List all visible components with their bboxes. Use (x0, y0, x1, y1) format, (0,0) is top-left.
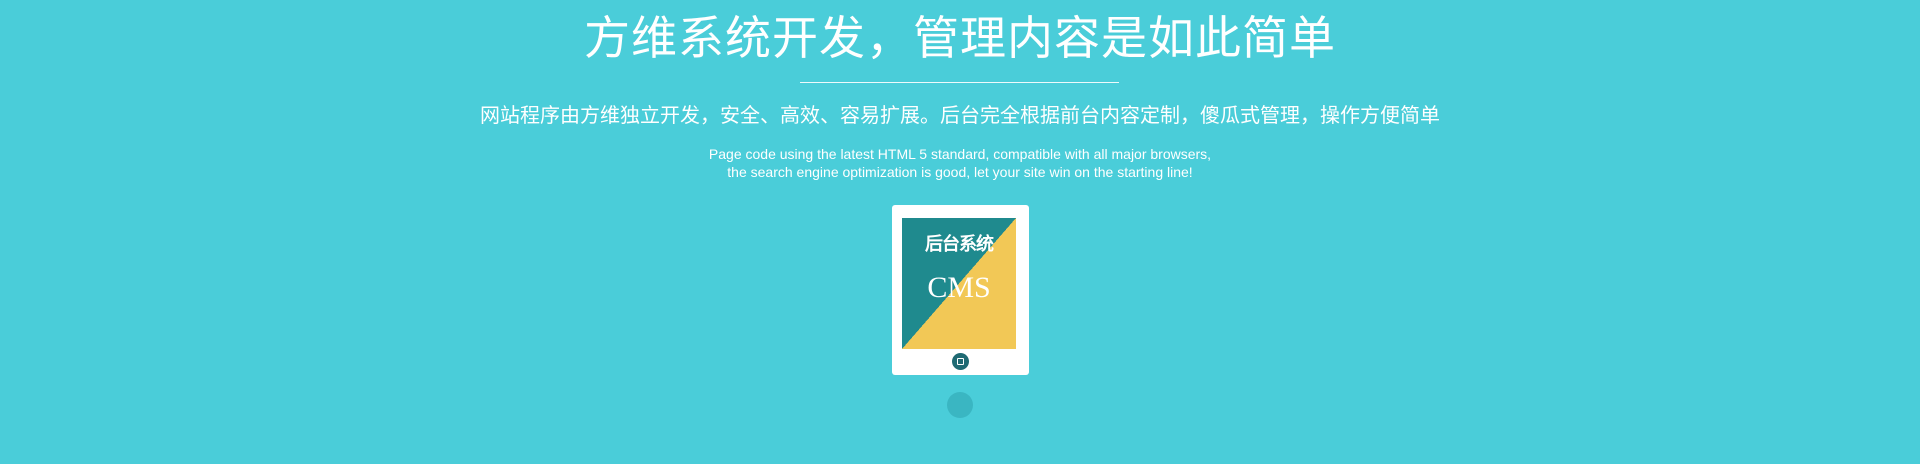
feature-banner: 方维系统开发，管理内容是如此简单 网站程序由方维独立开发，安全、高效、容易扩展。… (0, 0, 1920, 464)
tablet-illustration: 后台系统 CMS (892, 205, 1029, 375)
cms-screen-title: 后台系统 (925, 234, 994, 255)
home-button-icon (952, 353, 969, 370)
english-subtitle: Page code using the latest HTML 5 standa… (0, 145, 1920, 181)
tablet-screen: 后台系统 CMS (902, 218, 1016, 349)
carousel-pager-dot[interactable] (947, 392, 973, 418)
title-divider (800, 82, 1119, 83)
chinese-subtitle: 网站程序由方维独立开发，安全、高效、容易扩展。后台完全根据前台内容定制，傻瓜式管… (480, 103, 1440, 127)
cms-screen-label: CMS (927, 271, 991, 304)
page-title: 方维系统开发，管理内容是如此简单 (584, 11, 1336, 65)
english-subtitle-line-1: Page code using the latest HTML 5 standa… (708, 146, 1212, 162)
english-subtitle-line-2: the search engine optimization is good, … (727, 164, 1193, 180)
